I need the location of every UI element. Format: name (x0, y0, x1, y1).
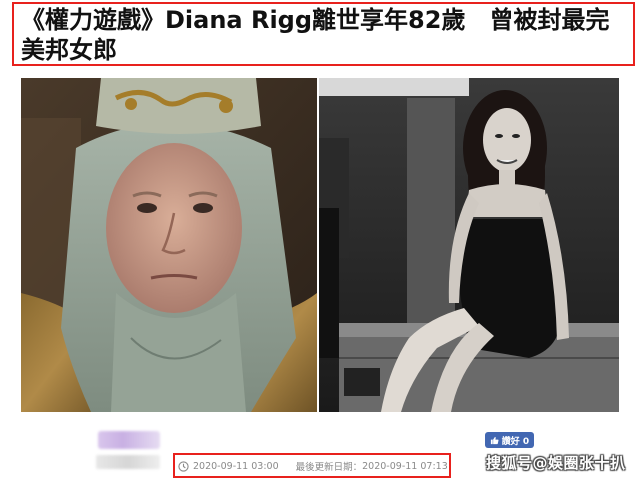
facebook-like-label: 讚好 0 (501, 436, 530, 447)
article-page: 《權力遊戲》Diana Rigg離世享年82歲 曾被封最完美邦女郎 2020-0… (0, 0, 640, 481)
published-time: 2020-09-11 03:00 (193, 460, 279, 472)
photo-young-portrait (319, 78, 619, 412)
author-subtitle-blurred (96, 455, 160, 469)
last-updated-time: 2020-09-11 07:13 (362, 460, 448, 472)
article-headline: 《權力遊戲》Diana Rigg離世享年82歲 曾被封最完美邦女郎 (21, 6, 610, 64)
source-watermark: 搜狐号@娛圈张十扒 (486, 454, 626, 472)
article-date-meta: 2020-09-11 03:00 最後更新日期： 2020-09-11 07:1… (178, 459, 448, 473)
last-updated-label: 最後更新日期： (295, 462, 363, 473)
author-name-blurred (98, 431, 160, 449)
facebook-like-button[interactable]: 讚好 0 (485, 432, 534, 448)
clock-icon (178, 460, 189, 472)
thumbs-up-icon (490, 436, 499, 444)
photo-older-portrait (21, 78, 317, 412)
